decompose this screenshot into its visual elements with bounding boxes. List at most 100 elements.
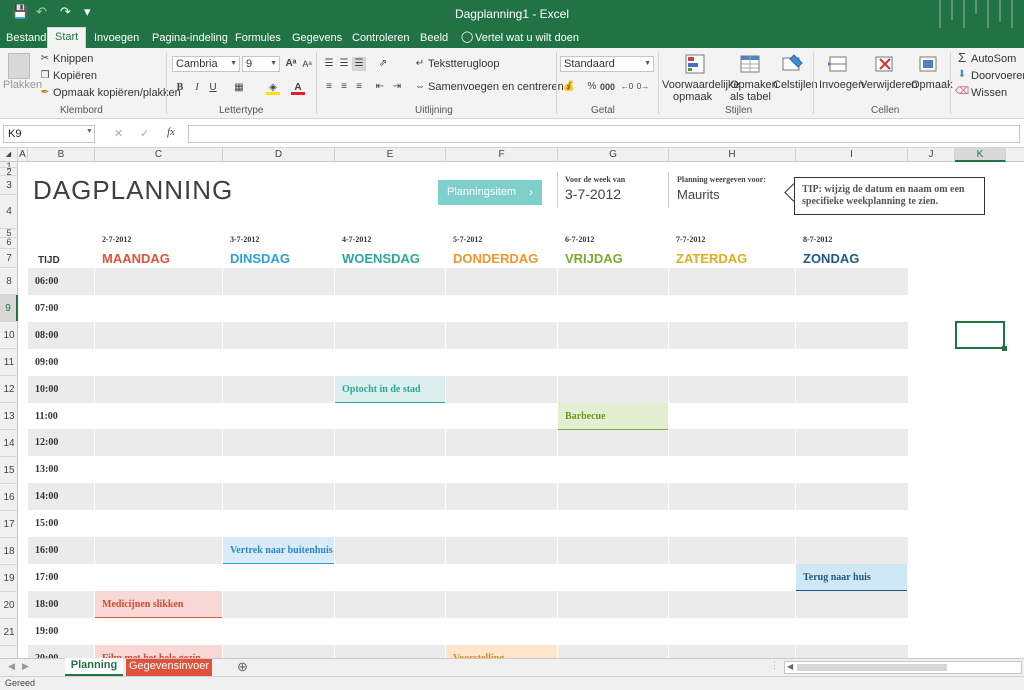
schedule-event[interactable]: Medicijnen slikken (95, 590, 222, 618)
decrease-decimal-icon[interactable]: 0→ (636, 80, 650, 94)
paste-button[interactable]: Plakken (3, 79, 42, 92)
row-header[interactable]: 21 (0, 619, 18, 646)
row-header[interactable]: 20 (0, 592, 18, 619)
active-cell-k9[interactable] (955, 321, 1005, 349)
column-header[interactable]: J (908, 148, 955, 162)
row-header[interactable]: 4 (0, 195, 18, 229)
increase-indent-icon[interactable]: ⇥ (390, 80, 404, 94)
column-header[interactable]: F (446, 148, 558, 162)
tab-start[interactable]: Start (47, 27, 87, 48)
clear-button[interactable]: Wissen (971, 87, 1007, 100)
scrollbar-thumb[interactable] (797, 664, 947, 671)
cut-button[interactable]: Knippen (53, 53, 93, 66)
horizontal-scrollbar[interactable]: ◀ (784, 661, 1022, 674)
schedule-event[interactable]: Terug naar huis (796, 563, 907, 591)
italic-icon[interactable]: I (190, 81, 204, 95)
sheet-tab-gegevensinvoer[interactable]: Gegevensinvoer (126, 659, 212, 676)
tab-controleren[interactable]: Controleren (352, 30, 409, 50)
align-bottom-icon[interactable]: ☰ (352, 57, 366, 71)
orientation-icon[interactable]: ⇗ (376, 57, 390, 71)
row-header[interactable]: 11 (0, 349, 18, 376)
tell-me-search[interactable]: Vertel wat u wilt doen (475, 30, 579, 50)
scroll-left-arrow-icon[interactable]: ◀ (787, 662, 793, 671)
font-size-select[interactable]: 9 ▼ (242, 56, 280, 72)
font-name-select[interactable]: Cambria ▼ (172, 56, 240, 72)
add-sheet-icon[interactable]: ⊕ (237, 659, 248, 675)
number-format-select[interactable]: Standaard ▼ (560, 56, 654, 72)
column-header[interactable]: D (223, 148, 335, 162)
grow-font-icon[interactable]: Aᵃ (284, 57, 298, 71)
column-header[interactable]: B (28, 148, 95, 162)
week-value[interactable]: 3-7-2012 (565, 186, 621, 202)
row-header[interactable]: 9 (0, 295, 18, 322)
sheet-tab-planning[interactable]: Planning (65, 658, 123, 676)
column-header-selected[interactable]: K (955, 148, 1006, 162)
formula-input[interactable] (188, 125, 1020, 143)
row-header[interactable]: 17 (0, 511, 18, 538)
cell-styles-button[interactable]: Celstijlen (773, 79, 818, 92)
person-value[interactable]: Maurits (677, 187, 720, 202)
comma-style-icon[interactable]: 000 (600, 80, 615, 94)
shrink-font-icon[interactable]: Aᵃ (300, 57, 314, 71)
increase-decimal-icon[interactable]: ←0 (620, 80, 634, 94)
fill-handle[interactable] (1002, 346, 1007, 351)
column-header[interactable]: C (95, 148, 223, 162)
delete-cells-button[interactable]: Verwijderen (860, 79, 917, 92)
scroll-left-icon[interactable]: ◀ (8, 661, 15, 672)
insert-function-icon[interactable]: fx (167, 126, 175, 138)
scroll-right-icon[interactable]: ▶ (22, 661, 29, 672)
autosum-button[interactable]: AutoSom (971, 53, 1016, 66)
align-right-icon[interactable]: ≡ (352, 80, 366, 94)
percent-icon[interactable]: % (585, 80, 599, 94)
align-left-icon[interactable]: ≡ (322, 80, 336, 94)
font-color-icon[interactable]: A (291, 81, 305, 95)
column-header[interactable]: E (335, 148, 446, 162)
cancel-icon[interactable]: ✕ (114, 127, 123, 140)
tab-bestand[interactable]: Bestand (6, 30, 46, 50)
row-header[interactable]: 12 (0, 376, 18, 403)
row-header[interactable]: 8 (0, 268, 18, 295)
merge-center-button[interactable]: Samenvoegen en centreren (428, 81, 564, 94)
fill-button[interactable]: Doorvoeren (971, 70, 1024, 83)
row-header[interactable]: 15 (0, 457, 18, 484)
fill-color-icon[interactable]: ◈ (266, 81, 280, 95)
align-top-icon[interactable]: ☰ (322, 57, 336, 71)
tab-formules[interactable]: Formules (235, 30, 281, 50)
bold-icon[interactable]: B (173, 81, 187, 95)
schedule-event[interactable]: Barbecue (558, 402, 668, 430)
row-header[interactable]: 19 (0, 565, 18, 592)
column-header[interactable]: I (796, 148, 908, 162)
tab-invoegen[interactable]: Invoegen (94, 30, 139, 50)
format-cells-button[interactable]: Opmaak (911, 79, 953, 92)
column-header[interactable]: H (669, 148, 796, 162)
tab-pagina-indeling[interactable]: Pagina-indeling (152, 30, 228, 50)
schedule-event[interactable]: Vertrek naar buitenhuis (223, 537, 334, 564)
copy-button[interactable]: Kopiëren (53, 70, 97, 83)
tab-beeld[interactable]: Beeld (420, 30, 448, 50)
schedule-event[interactable]: Film met het hele gezin (95, 644, 222, 658)
format-painter-button[interactable]: Opmaak kopiëren/plakken (53, 87, 181, 100)
row-header[interactable]: 18 (0, 538, 18, 565)
more-options-icon[interactable]: ⋮ (770, 660, 779, 671)
enter-icon[interactable]: ✓ (140, 127, 149, 140)
chevron-down-icon[interactable]: ▼ (86, 128, 93, 135)
name-box[interactable]: K9 (3, 125, 95, 143)
worksheet-grid[interactable]: DAGPLANNING Planningsitem › Voor de week… (18, 162, 1024, 658)
column-header[interactable]: A (18, 148, 28, 162)
underline-icon[interactable]: U (206, 81, 220, 95)
row-header[interactable]: 7 (0, 249, 18, 268)
decrease-indent-icon[interactable]: ⇤ (373, 80, 387, 94)
select-all-corner[interactable]: ◢ (0, 148, 18, 162)
wrap-text-button[interactable]: Tekstterugloop (428, 58, 500, 71)
align-middle-icon[interactable]: ☰ (337, 57, 351, 71)
insert-cells-button[interactable]: Invoegen (819, 79, 864, 92)
planning-item-button[interactable]: Planningsitem › (438, 180, 542, 205)
currency-icon[interactable]: 💰 (562, 80, 576, 94)
borders-icon[interactable]: ▦ (232, 81, 246, 95)
row-header[interactable]: 16 (0, 484, 18, 511)
paste-icon[interactable] (8, 53, 30, 79)
column-header[interactable]: G (558, 148, 669, 162)
tab-gegevens[interactable]: Gegevens (292, 30, 342, 50)
schedule-event[interactable]: Optocht in de stad (335, 375, 445, 403)
row-header[interactable]: 13 (0, 403, 18, 430)
